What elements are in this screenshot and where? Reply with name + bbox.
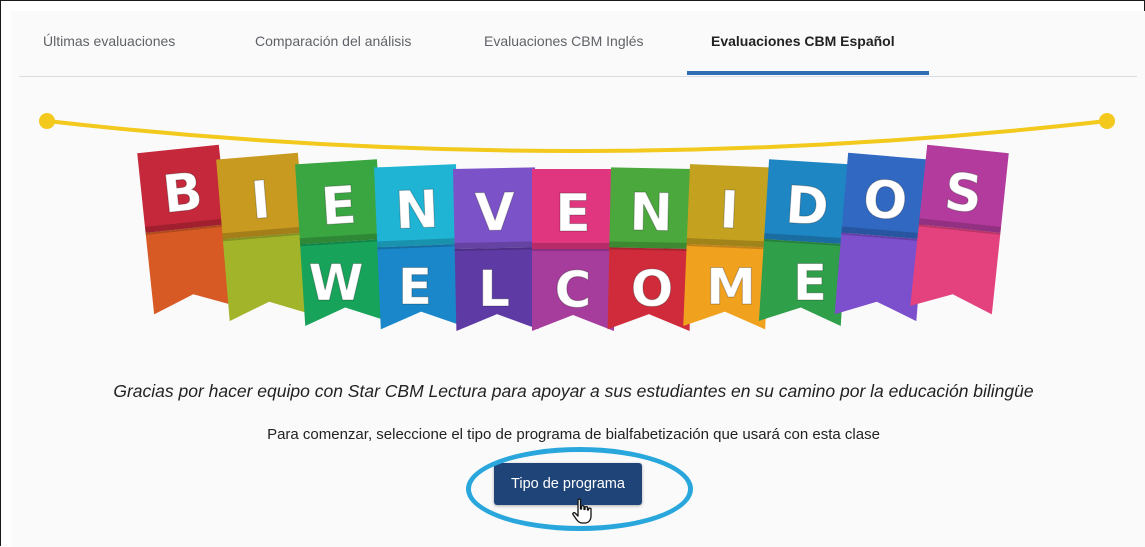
- string-end-left: [39, 113, 55, 129]
- letter-top: N: [394, 180, 440, 242]
- letter-bottom: E: [398, 258, 432, 316]
- program-type-button[interactable]: Tipo de programa: [494, 463, 642, 505]
- window-frame: Últimas evaluaciones Comparación del aná…: [0, 0, 1145, 547]
- letter-top: O: [861, 169, 910, 232]
- letter-top: B: [160, 162, 206, 226]
- letter-bottom: W: [308, 254, 363, 312]
- letter-top: D: [784, 175, 831, 238]
- tab-analysis-comparison[interactable]: Comparación del análisis: [255, 33, 411, 49]
- banner-flag: S: [910, 144, 1009, 315]
- flag-bottom: [222, 232, 312, 322]
- letter-top: I: [718, 180, 740, 241]
- letter-bottom: O: [631, 260, 674, 318]
- letter-top: E: [319, 176, 358, 238]
- flag-bottom: [145, 224, 236, 315]
- letter-bottom: M: [706, 258, 756, 316]
- string-end-right: [1099, 113, 1115, 129]
- letter-top: V: [474, 183, 515, 244]
- flag-bottom: [834, 232, 924, 322]
- tab-latest-assessments[interactable]: Últimas evaluaciones: [43, 33, 175, 49]
- letter-top: S: [942, 162, 986, 226]
- welcome-tagline: Gracias por hacer equipo con Star CBM Le…: [113, 381, 1034, 401]
- flag-bottom: [910, 224, 1001, 315]
- hand-cursor-icon: [572, 498, 592, 524]
- letter-top: E: [555, 184, 591, 244]
- flag-fold: [532, 243, 614, 251]
- instruction-text: Para comenzar, seleccione el tipo de pro…: [267, 426, 880, 443]
- tab-bar: Últimas evaluaciones Comparación del aná…: [19, 21, 1137, 77]
- letter-bottom: E: [793, 254, 827, 312]
- letter-bottom: L: [478, 260, 510, 318]
- welcome-banner: B I E N V E N I D O SW E L C O M E: [39, 113, 1115, 332]
- tab-cbm-english[interactable]: Evaluaciones CBM Inglés: [484, 33, 644, 49]
- letter-bottom: C: [555, 261, 592, 319]
- active-tab-indicator: [687, 71, 929, 75]
- tab-cbm-spanish[interactable]: Evaluaciones CBM Español: [711, 33, 895, 49]
- letter-top: N: [629, 183, 674, 244]
